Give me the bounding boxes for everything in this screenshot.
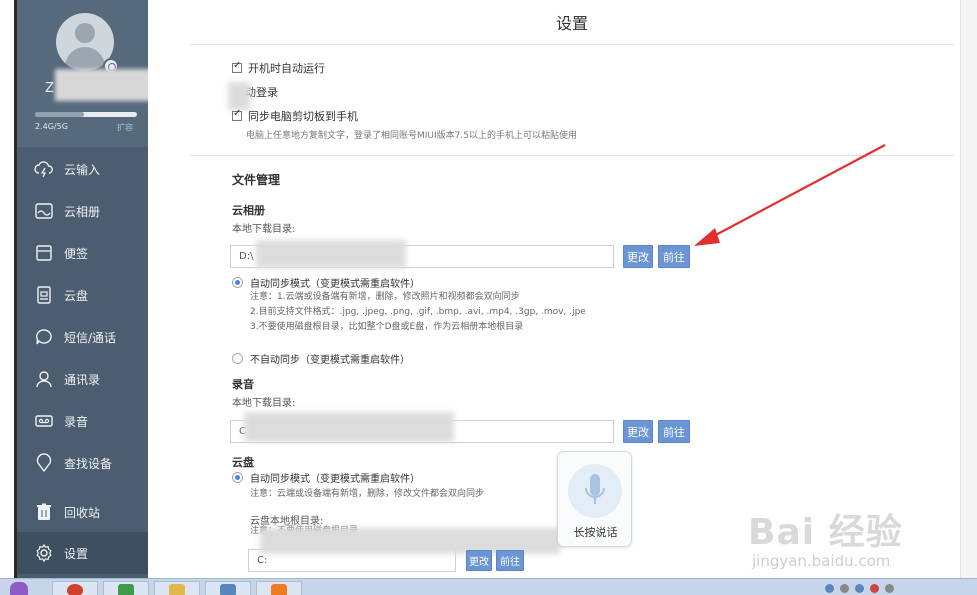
vertical-scrollbar[interactable]: [960, 0, 977, 578]
taskbar-app[interactable]: [154, 581, 200, 595]
taskbar-app[interactable]: [256, 581, 302, 595]
window-icon: [220, 584, 236, 595]
app-window: Z 2.4G/5G 扩容 云输入 云相册 便签 云盘 短信/通话 通讯录 录音 …: [0, 0, 977, 595]
start-icon[interactable]: [10, 582, 28, 595]
tray-icon[interactable]: [870, 584, 879, 593]
watermark-url: jingyan.baidu.com: [752, 552, 891, 570]
taskbar-app[interactable]: [103, 581, 149, 595]
tray-icon[interactable]: [855, 584, 864, 593]
microphone-icon: [568, 464, 622, 518]
voice-input-popup[interactable]: 长按说话: [557, 451, 632, 547]
browser-icon: [67, 584, 83, 595]
mi-icon: [271, 584, 287, 595]
security-icon: [118, 584, 134, 595]
folder-icon: [169, 584, 185, 595]
taskbar-app[interactable]: [52, 581, 98, 595]
watermark-logo: Bai 经验: [748, 512, 903, 553]
tray-icon[interactable]: [885, 584, 894, 593]
os-taskbar: [0, 578, 977, 595]
system-tray: [805, 581, 977, 595]
tray-icon[interactable]: [825, 584, 834, 593]
tray-icon[interactable]: [840, 584, 849, 593]
voice-popup-label: 长按说话: [573, 526, 618, 539]
taskbar-app[interactable]: [205, 581, 251, 595]
